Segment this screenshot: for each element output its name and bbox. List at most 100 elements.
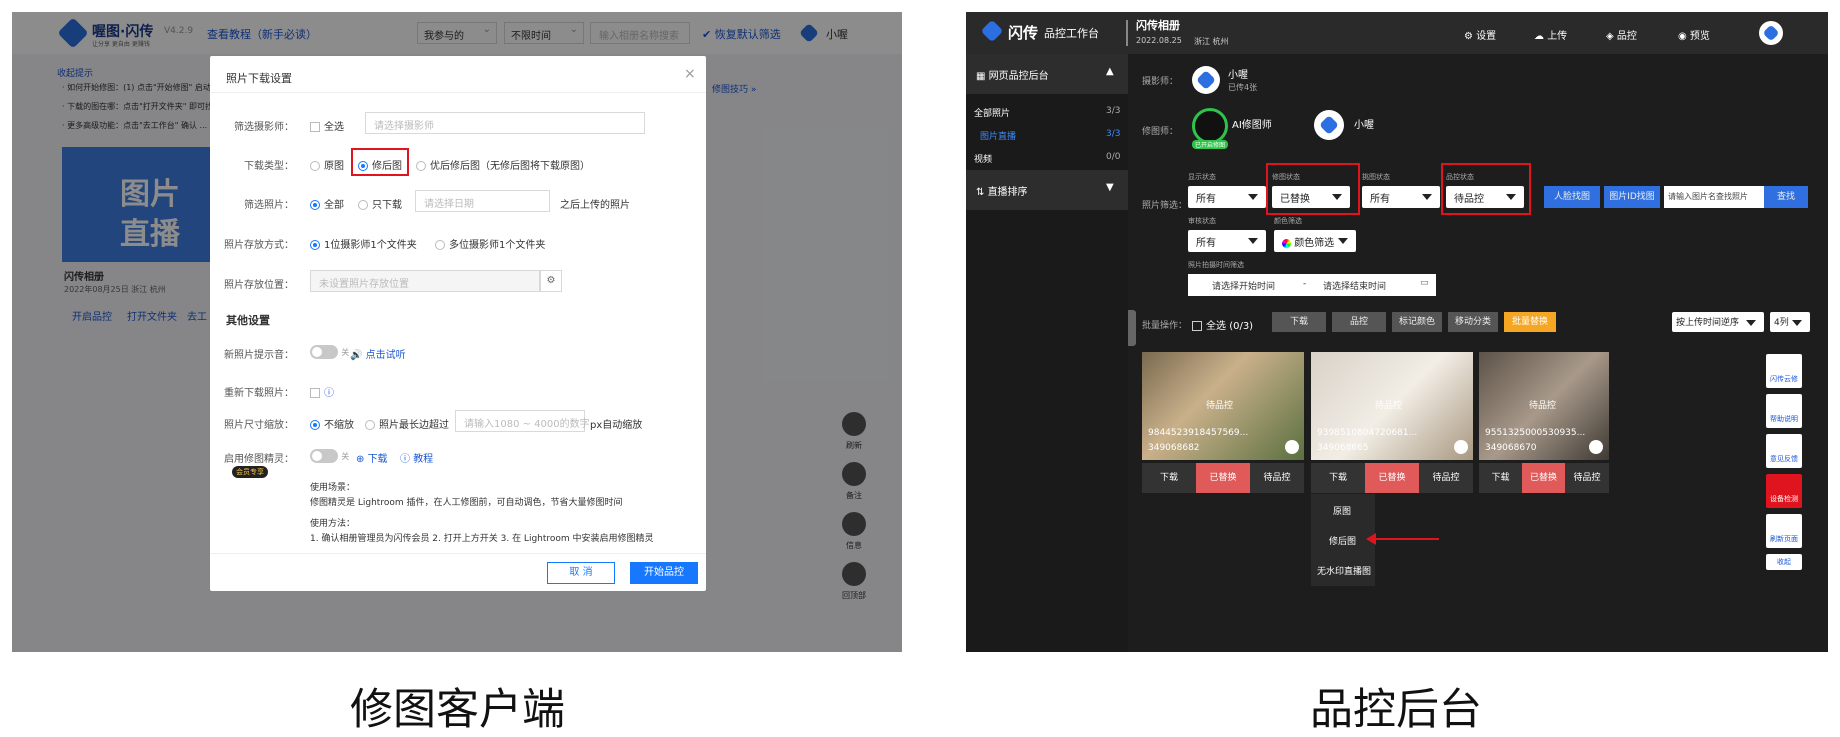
photo-select-circle[interactable] <box>1285 440 1299 454</box>
photo-download-button[interactable]: 下载 <box>1311 463 1365 493</box>
batch-select-all[interactable]: 全选 (0/3) <box>1192 317 1253 332</box>
photographer-select[interactable]: 请选择摄影师 <box>365 112 645 134</box>
start-time[interactable]: 请选择开始时间 <box>1212 279 1275 292</box>
location-input[interactable]: 未设置照片存放位置 <box>310 270 540 292</box>
photo-pending-button[interactable]: 待品控 <box>1565 463 1609 493</box>
menu-item-no-watermark[interactable]: 无水印直播图 <box>1317 564 1371 577</box>
photo-select-circle[interactable] <box>1454 440 1468 454</box>
sprite-download-link[interactable]: ⊕ 下载 <box>356 450 388 465</box>
retouch-client-screen: 喔图·闪传 让分享 更自由 更赚钱 V4.2.9 查看教程（新手必读） 我参与的… <box>12 12 902 652</box>
photo-code: 349068665 <box>1317 443 1369 453</box>
photo-download-button[interactable]: 下载 <box>1479 463 1522 493</box>
name-search-input[interactable]: 请输入图片名查找照片 <box>1664 186 1766 208</box>
sidebar-item-count: 0/0 <box>1106 152 1121 162</box>
photo-status: 待品控 <box>1529 401 1557 411</box>
cube-icon: ◈ <box>1606 31 1617 42</box>
user-avatar[interactable] <box>1759 21 1783 45</box>
sound-toggle[interactable]: 关 <box>310 345 349 359</box>
sidebar-sort-section[interactable]: ⇅ 直播排序 ▼ <box>966 170 1128 210</box>
download-type-label: 下载类型： <box>244 161 294 172</box>
sidebar-item-video[interactable]: 视频 <box>974 152 992 165</box>
sprite-toggle[interactable]: 关 <box>310 449 349 463</box>
pick-state-select[interactable]: 所有 <box>1362 186 1440 208</box>
collapse-button[interactable]: 收起 <box>1766 554 1802 570</box>
review-state-select[interactable]: 所有 <box>1188 230 1266 252</box>
refresh-page-button[interactable]: 刷新页面 <box>1766 514 1802 548</box>
gear-icon[interactable]: ⚙ <box>540 270 562 292</box>
type-original-radio[interactable]: 原图 <box>310 157 344 172</box>
other-settings-title: 其他设置 <box>226 314 270 327</box>
type-fallback-radio[interactable]: 优后修后图（无修后图将下载原图） <box>416 157 590 172</box>
settings-button[interactable]: ⚙ 设置 <box>1464 27 1496 42</box>
batch-mark-color-button[interactable]: 标记颜色 <box>1392 312 1442 332</box>
storage-one-radio[interactable]: 1位摄影师1个文件夹 <box>310 236 417 251</box>
album-name: 闪传相册 <box>1136 19 1180 32</box>
photo-replaced-button[interactable]: 已替换 <box>1522 463 1565 493</box>
photo-pending-button[interactable]: 待品控 <box>1419 463 1473 493</box>
help-button[interactable]: 帮助说明 <box>1766 394 1802 428</box>
resize-none-radio[interactable]: 不缩放 <box>310 416 354 431</box>
highlight-box <box>1266 163 1360 215</box>
color-filter-select[interactable]: 颜色筛选 <box>1274 230 1356 252</box>
menu-item-edited[interactable]: 修后图 <box>1329 534 1356 547</box>
face-search-button[interactable]: 人脸找图 <box>1544 186 1600 208</box>
redownload-checkbox[interactable]: ⓘ <box>310 384 334 399</box>
qc-button[interactable]: ◈ 品控 <box>1606 27 1637 42</box>
resize-label: 照片尺寸缩放： <box>224 420 294 431</box>
sidebar-section-header[interactable]: ▦ 网页品控后台 ▲ <box>966 54 1128 94</box>
photo-card[interactable]: 待品控 9844523918457569... 349068682 <box>1142 352 1304 460</box>
resize-long-radio[interactable]: 照片最长边超过 <box>365 416 449 431</box>
sidebar-item-live[interactable]: 图片直播 <box>980 129 1016 142</box>
sprite-tutorial-link[interactable]: ⓘ 教程 <box>400 450 433 465</box>
upload-button[interactable]: ☁ 上传 <box>1534 27 1567 42</box>
photo-replaced-button[interactable]: 已替换 <box>1196 463 1250 493</box>
pick-state-label: 挑图状态 <box>1362 173 1390 181</box>
photo-card[interactable]: 待品控 9398510804720681... 349068665 <box>1311 352 1473 460</box>
photo-download-button[interactable]: 下载 <box>1142 463 1196 493</box>
sidebar-section-label: ▦ 网页品控后台 <box>976 71 1049 82</box>
menu-item-original[interactable]: 原图 <box>1333 504 1351 517</box>
device-check-button[interactable]: 设备检测 <box>1766 474 1802 508</box>
batch-replace-button[interactable]: 批量替换 <box>1504 312 1556 332</box>
photo-replaced-button[interactable]: 已替换 <box>1365 463 1419 493</box>
time-range-picker[interactable]: 请选择开始时间 - 请选择结束时间 ▭ <box>1188 274 1436 296</box>
date-picker[interactable]: 请选择日期 <box>415 190 550 212</box>
end-time[interactable]: 请选择结束时间 <box>1323 279 1386 292</box>
sidebar-collapse-handle[interactable] <box>1128 310 1136 346</box>
display-state-select[interactable]: 所有 <box>1188 186 1266 208</box>
sound-try-link[interactable]: 🔊 点击试听 <box>350 346 406 361</box>
eye-icon: ◉ <box>1678 31 1690 42</box>
feedback-button[interactable]: 意见反馈 <box>1766 434 1802 468</box>
batch-download-button[interactable]: 下载 <box>1272 312 1326 332</box>
sort-select[interactable]: 按上传时间逆序 <box>1672 312 1764 332</box>
preview-button[interactable]: ◉ 预览 <box>1678 27 1710 42</box>
sidebar-item-count: 3/3 <box>1106 129 1121 139</box>
cancel-button[interactable]: 取 消 <box>547 562 615 584</box>
batch-move-button[interactable]: 移动分类 <box>1448 312 1498 332</box>
ai-badge: 已开启修图 <box>1192 140 1229 149</box>
photo-code: 349068670 <box>1485 443 1537 453</box>
photo-id: 9551325000530935... <box>1485 428 1586 438</box>
start-qc-button[interactable]: 开始品控 <box>630 562 698 584</box>
close-icon[interactable]: × <box>684 66 696 82</box>
cloud-retouch-button[interactable]: 闪传云修 <box>1766 354 1802 388</box>
photo-pending-button[interactable]: 待品控 <box>1250 463 1304 493</box>
time-filter-label: 照片拍摄时间筛选 <box>1188 261 1244 269</box>
divider <box>210 92 706 93</box>
app-logo-icon <box>980 19 1004 43</box>
divider <box>210 553 706 554</box>
photo-card[interactable]: 待品控 9551325000530935... 349068670 <box>1479 352 1609 460</box>
select-all-checkbox[interactable]: 全选 <box>310 118 344 133</box>
filter-only-radio[interactable]: 只下载 <box>358 196 402 211</box>
find-button[interactable]: 查找 <box>1764 186 1808 208</box>
id-search-button[interactable]: 图片ID找图 <box>1604 186 1660 208</box>
columns-select[interactable]: 4列 <box>1770 312 1810 332</box>
sidebar-item-all[interactable]: 全部照片 <box>974 106 1010 119</box>
photographer-label: 摄影师： <box>1142 77 1179 87</box>
resize-input[interactable]: 请输入1080 ~ 4000的数字 <box>455 410 590 432</box>
usage-text: 修图精灵是 Lightroom 插件，在人工修图前，可自动调色，节省大量修图时间 <box>310 498 623 508</box>
filter-all-radio[interactable]: 全部 <box>310 196 344 211</box>
photo-select-circle[interactable] <box>1589 440 1603 454</box>
storage-multi-radio[interactable]: 多位摄影师1个文件夹 <box>435 236 545 251</box>
batch-qc-button[interactable]: 品控 <box>1332 312 1386 332</box>
